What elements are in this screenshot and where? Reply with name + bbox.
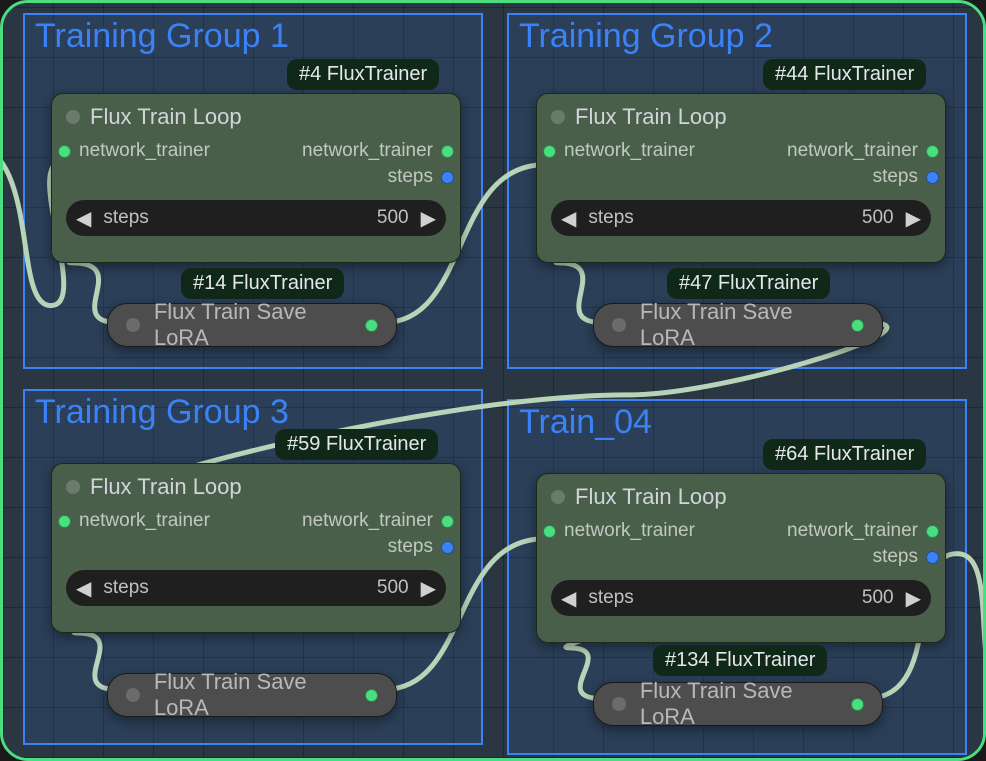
node-title: Flux Train Loop	[90, 104, 242, 130]
node-title: Flux Train Save LoRA	[154, 299, 365, 351]
output-port-steps[interactable]	[441, 171, 454, 184]
node-flux-train-save-lora[interactable]: Flux Train Save LoRA	[107, 303, 397, 347]
output-port[interactable]	[851, 698, 864, 711]
node-badge: #44 FluxTrainer	[763, 59, 926, 90]
input-port-network-trainer[interactable]	[543, 525, 556, 538]
node-flux-train-save-lora[interactable]: Flux Train Save LoRA	[593, 303, 883, 347]
node-flux-train-loop[interactable]: Flux Train Loop network_trainer network_…	[536, 93, 946, 263]
node-badge: #64 FluxTrainer	[763, 439, 926, 470]
decrement-icon[interactable]: ◀	[561, 206, 576, 231]
output-label: network_trainer	[787, 520, 918, 542]
increment-icon[interactable]: ▶	[906, 206, 921, 231]
node-badge: #14 FluxTrainer	[181, 268, 344, 299]
steps-widget[interactable]: ◀ steps 500 ▶	[551, 580, 931, 616]
decrement-icon[interactable]: ◀	[561, 586, 576, 611]
widget-value: 500	[862, 587, 894, 609]
collapse-toggle[interactable]	[126, 318, 140, 332]
collapse-toggle[interactable]	[66, 110, 80, 124]
group-title: Training Group 1	[35, 17, 289, 56]
collapse-toggle[interactable]	[126, 688, 140, 702]
collapse-toggle[interactable]	[612, 318, 626, 332]
increment-icon[interactable]: ▶	[906, 586, 921, 611]
output-label: steps	[873, 546, 918, 568]
widget-value: 500	[862, 207, 894, 229]
group-title: Training Group 3	[35, 393, 289, 432]
node-flux-train-save-lora[interactable]: Flux Train Save LoRA	[593, 682, 883, 726]
output-label: steps	[388, 536, 433, 558]
node-badge: #47 FluxTrainer	[667, 268, 830, 299]
input-label: network_trainer	[564, 520, 695, 542]
node-badge: #59 FluxTrainer	[275, 429, 438, 460]
input-label: network_trainer	[79, 510, 210, 532]
decrement-icon[interactable]: ◀	[76, 576, 91, 601]
widget-label: steps	[103, 577, 148, 599]
node-editor-canvas[interactable]: Training Group 1 #4 FluxTrainer Flux Tra…	[0, 0, 986, 761]
increment-icon[interactable]: ▶	[421, 206, 436, 231]
node-title: Flux Train Save LoRA	[640, 299, 851, 351]
widget-label: steps	[588, 207, 633, 229]
input-port-network-trainer[interactable]	[58, 145, 71, 158]
output-label: steps	[388, 166, 433, 188]
group-title: Train_04	[519, 403, 652, 442]
collapse-toggle[interactable]	[66, 480, 80, 494]
increment-icon[interactable]: ▶	[421, 576, 436, 601]
output-port-steps[interactable]	[926, 171, 939, 184]
node-title: Flux Train Loop	[90, 474, 242, 500]
widget-value: 500	[377, 207, 409, 229]
collapse-toggle[interactable]	[612, 697, 626, 711]
output-port-network-trainer[interactable]	[926, 525, 939, 538]
input-port-network-trainer[interactable]	[543, 145, 556, 158]
output-label: steps	[873, 166, 918, 188]
node-title: Flux Train Loop	[575, 104, 727, 130]
output-port-network-trainer[interactable]	[441, 145, 454, 158]
group-title: Training Group 2	[519, 17, 773, 56]
output-label: network_trainer	[787, 140, 918, 162]
input-label: network_trainer	[79, 140, 210, 162]
output-port-network-trainer[interactable]	[926, 145, 939, 158]
node-flux-train-loop[interactable]: Flux Train Loop network_trainer network_…	[51, 93, 461, 263]
output-port[interactable]	[365, 689, 378, 702]
node-title: Flux Train Save LoRA	[640, 678, 851, 730]
steps-widget[interactable]: ◀ steps 500 ▶	[66, 200, 446, 236]
widget-label: steps	[588, 587, 633, 609]
node-flux-train-loop[interactable]: Flux Train Loop network_trainer network_…	[51, 463, 461, 633]
output-label: network_trainer	[302, 510, 433, 532]
node-flux-train-loop[interactable]: Flux Train Loop network_trainer network_…	[536, 473, 946, 643]
node-title: Flux Train Save LoRA	[154, 669, 365, 721]
node-flux-train-save-lora[interactable]: Flux Train Save LoRA	[107, 673, 397, 717]
input-label: network_trainer	[564, 140, 695, 162]
node-title: Flux Train Loop	[575, 484, 727, 510]
output-label: network_trainer	[302, 140, 433, 162]
node-badge: #4 FluxTrainer	[287, 59, 439, 90]
input-port-network-trainer[interactable]	[58, 515, 71, 528]
node-badge: #134 FluxTrainer	[653, 645, 827, 676]
steps-widget[interactable]: ◀ steps 500 ▶	[66, 570, 446, 606]
collapse-toggle[interactable]	[551, 490, 565, 504]
output-port-steps[interactable]	[926, 551, 939, 564]
output-port-network-trainer[interactable]	[441, 515, 454, 528]
collapse-toggle[interactable]	[551, 110, 565, 124]
widget-value: 500	[377, 577, 409, 599]
decrement-icon[interactable]: ◀	[76, 206, 91, 231]
output-port[interactable]	[851, 319, 864, 332]
steps-widget[interactable]: ◀ steps 500 ▶	[551, 200, 931, 236]
output-port-steps[interactable]	[441, 541, 454, 554]
output-port[interactable]	[365, 319, 378, 332]
widget-label: steps	[103, 207, 148, 229]
